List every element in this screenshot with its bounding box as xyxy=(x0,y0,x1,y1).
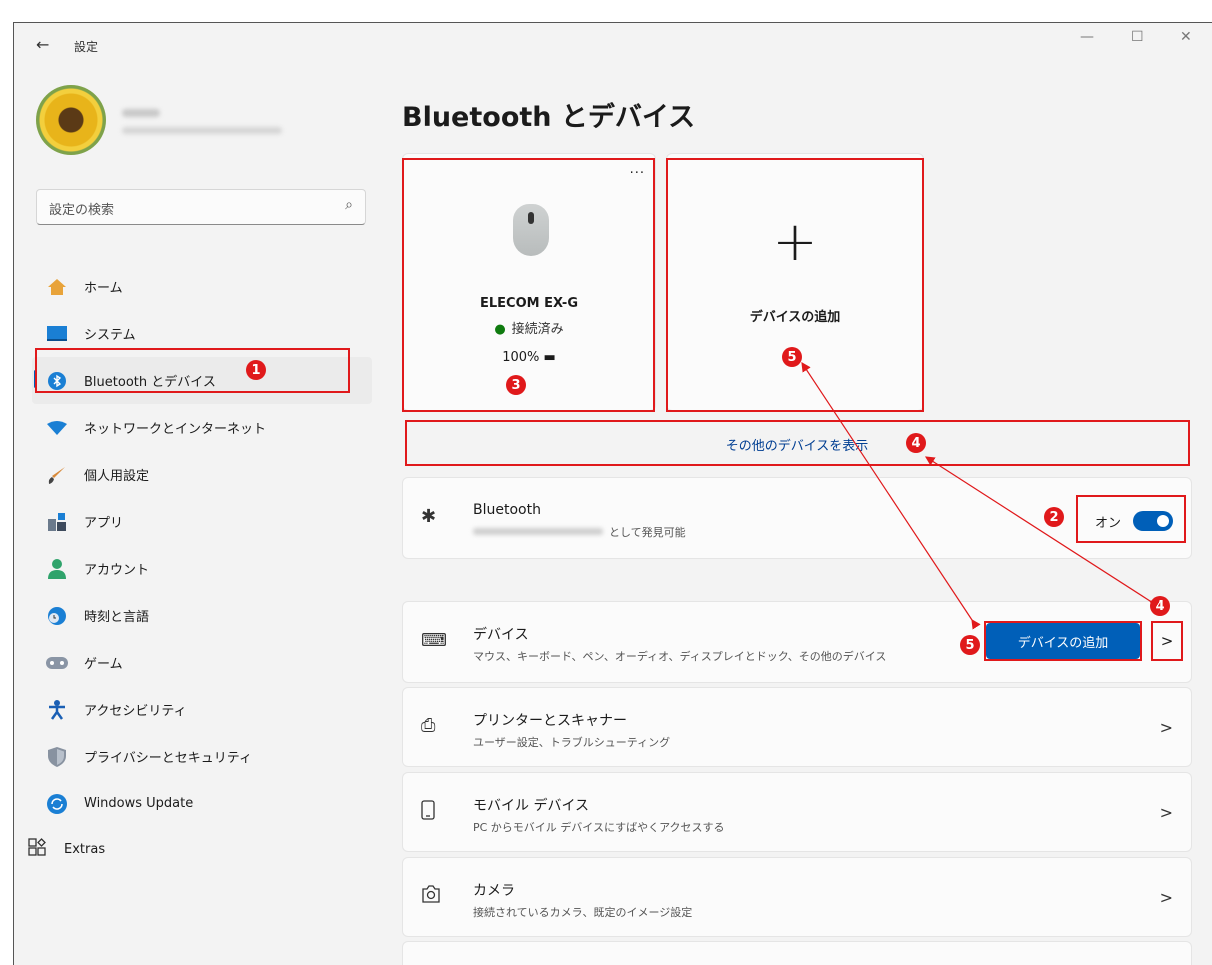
globe-clock-icon xyxy=(46,605,68,627)
sidebar-item-label: 個人用設定 xyxy=(84,469,150,484)
sidebar-item-label: Windows Update xyxy=(84,796,194,811)
row-subtitle: マウス、キーボード、ペン、オーディオ、ディスプレイとドック、その他のデバイス xyxy=(473,650,887,663)
close-button[interactable]: ✕ xyxy=(1180,29,1192,45)
row-title: モバイル デバイス xyxy=(473,798,590,814)
account-icon xyxy=(46,558,68,580)
printer-icon: ⎙ xyxy=(421,715,436,736)
mobile-devices-row[interactable]: モバイル デバイス PC からモバイル デバイスにすばやくアクセスする > xyxy=(402,772,1192,852)
keyboard-icon: ⌨ xyxy=(421,630,447,651)
page-title: Bluetooth とデバイス xyxy=(402,102,696,133)
annotation-box-bluetooth-nav xyxy=(35,348,350,393)
annotation-badge-1: 1 xyxy=(246,360,266,380)
sidebar-item-network[interactable]: ネットワークとインターネット xyxy=(32,404,372,451)
bluetooth-symbol-icon: ✱ xyxy=(421,506,437,527)
sidebar-item-label: Extras xyxy=(64,841,106,857)
gamepad-icon xyxy=(46,652,68,674)
maximize-button[interactable]: ☐ xyxy=(1131,29,1144,45)
next-row-partial[interactable] xyxy=(402,941,1192,965)
sidebar-item-label: システム xyxy=(84,328,136,343)
search-placeholder: 設定の検索 xyxy=(49,203,115,218)
camera-icon xyxy=(421,885,441,908)
accessibility-icon xyxy=(46,699,68,721)
annotation-badge-4-show-more: 4 xyxy=(906,433,926,453)
sidebar-item-gaming[interactable]: ゲーム xyxy=(32,639,372,686)
sidebar-item-accounts[interactable]: アカウント xyxy=(32,545,372,592)
bluetooth-title: Bluetooth xyxy=(473,502,541,518)
app-title: 設定 xyxy=(74,40,99,54)
row-subtitle: 接続されているカメラ、既定のイメージ設定 xyxy=(473,906,693,919)
row-title: プリンターとスキャナー xyxy=(473,713,627,729)
chevron-right-icon: > xyxy=(1159,718,1173,737)
sidebar-item-label: 時刻と言語 xyxy=(84,610,150,625)
system-icon xyxy=(46,323,68,345)
search-icon: ⌕ xyxy=(345,197,353,213)
annotation-badge-5-button: 5 xyxy=(960,635,980,655)
sidebar-item-label: アクセシビリティ xyxy=(84,704,187,719)
annotation-box-toggle xyxy=(1076,495,1186,543)
minimize-button[interactable]: — xyxy=(1080,29,1094,45)
sidebar-item-home[interactable]: ホーム xyxy=(32,263,372,310)
sidebar-item-privacy[interactable]: プライバシーとセキュリティ xyxy=(32,733,372,780)
annotation-badge-5-card: 5 xyxy=(782,347,802,367)
row-subtitle: PC からモバイル デバイスにすばやくアクセスする xyxy=(473,821,725,834)
row-title: カメラ xyxy=(473,883,515,899)
phone-icon xyxy=(421,800,435,825)
sidebar-item-label: アカウント xyxy=(84,563,150,578)
brush-icon xyxy=(46,464,68,486)
chevron-right-icon: > xyxy=(1159,888,1173,907)
annotation-box-chevron xyxy=(1151,621,1183,661)
annotation-box-add-button xyxy=(984,621,1142,661)
annotation-badge-3: 3 xyxy=(506,375,526,395)
annotation-box-show-more xyxy=(405,420,1190,466)
camera-row[interactable]: カメラ 接続されているカメラ、既定のイメージ設定 > xyxy=(402,857,1192,937)
sidebar-item-personalization[interactable]: 個人用設定 xyxy=(32,451,372,498)
sidebar-item-label: ゲーム xyxy=(84,657,123,672)
sidebar-item-extras[interactable]: Extras xyxy=(28,838,105,860)
search-input[interactable]: 設定の検索 ⌕ xyxy=(36,189,366,225)
annotation-badge-2: 2 xyxy=(1044,507,1064,527)
printers-row[interactable]: ⎙ プリンターとスキャナー ユーザー設定、トラブルシューティング > xyxy=(402,687,1192,767)
bluetooth-row: ✱ Bluetooth として発見可能 オン xyxy=(402,477,1192,559)
shield-icon xyxy=(46,746,68,768)
settings-window: ← 設定 — ☐ ✕ 設定の検索 ⌕ ホーム システム Bluetooth とデ… xyxy=(13,22,1212,965)
user-email-blurred xyxy=(122,127,282,134)
annotation-badge-4-chevron: 4 xyxy=(1150,596,1170,616)
sidebar-item-label: アプリ xyxy=(84,516,124,531)
sidebar-item-apps[interactable]: アプリ xyxy=(32,498,372,545)
extras-icon xyxy=(28,838,48,860)
annotation-box-add-card xyxy=(666,158,924,412)
annotation-box-device-card xyxy=(402,158,655,412)
home-icon xyxy=(46,276,68,298)
sidebar-item-label: ネットワークとインターネット xyxy=(84,422,267,437)
sidebar-item-accessibility[interactable]: アクセシビリティ xyxy=(32,686,372,733)
sidebar-item-label: プライバシーとセキュリティ xyxy=(84,751,252,766)
wifi-icon xyxy=(46,417,68,439)
chevron-right-icon: > xyxy=(1159,803,1173,822)
row-title: デバイス xyxy=(473,627,529,643)
avatar[interactable] xyxy=(36,85,106,155)
update-icon xyxy=(46,793,68,815)
device-name-blurred xyxy=(473,528,603,535)
sidebar-item-time-language[interactable]: 時刻と言語 xyxy=(32,592,372,639)
sidebar-item-label: ホーム xyxy=(84,281,123,296)
bluetooth-discoverable: として発見可能 xyxy=(609,526,686,539)
back-arrow-icon[interactable]: ← xyxy=(36,35,49,54)
title-bar: ← 設定 — ☐ ✕ xyxy=(14,23,1212,71)
user-name-blurred xyxy=(122,109,160,117)
row-subtitle: ユーザー設定、トラブルシューティング xyxy=(473,736,671,749)
apps-icon xyxy=(46,511,68,533)
sidebar-item-windows-update[interactable]: Windows Update xyxy=(32,780,372,827)
